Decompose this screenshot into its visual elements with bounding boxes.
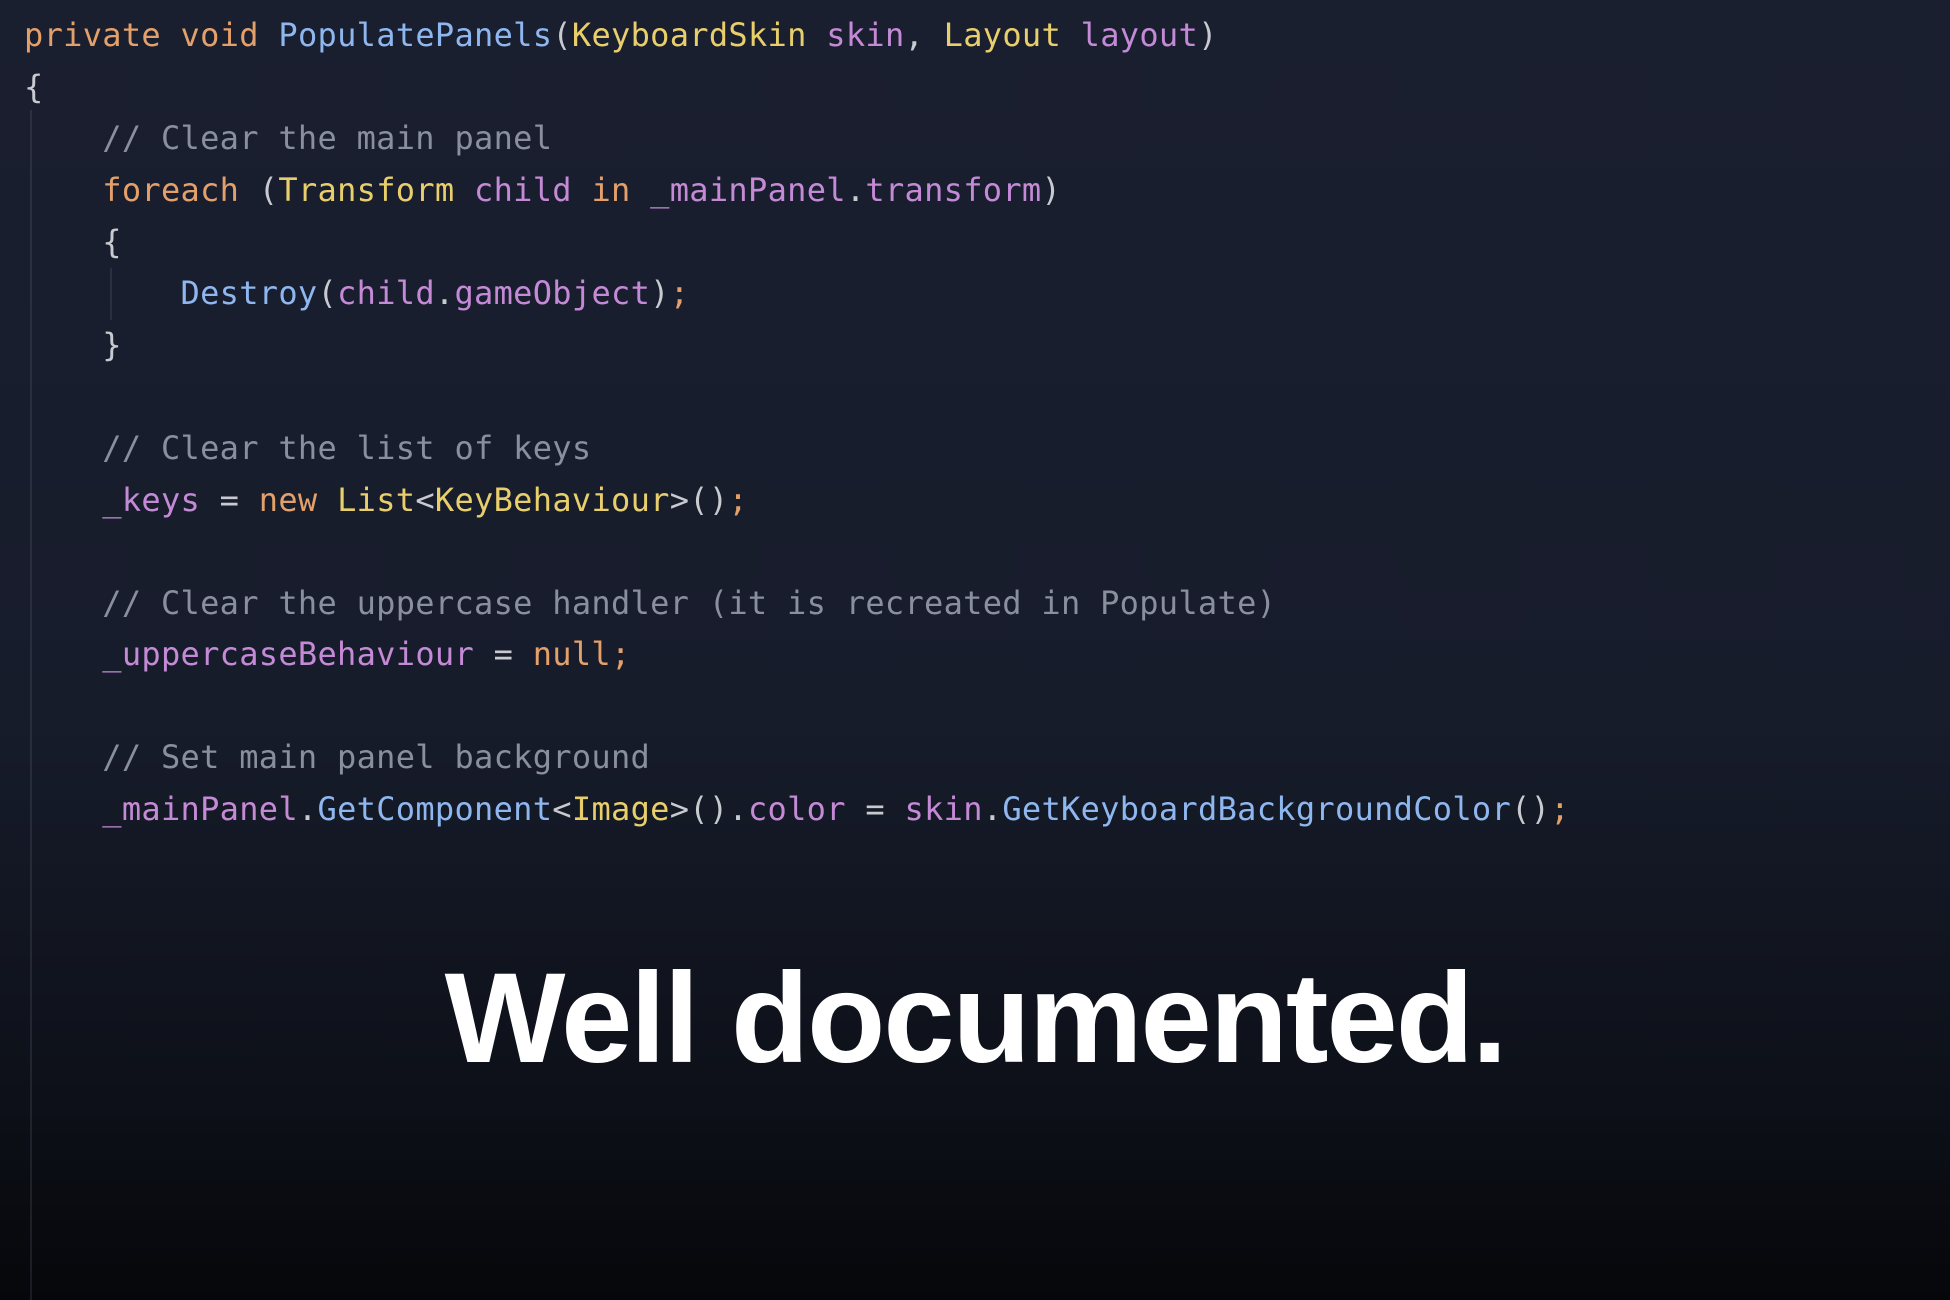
code-token: = xyxy=(845,790,905,828)
code-token: . xyxy=(982,790,1003,828)
code-token: ( xyxy=(552,16,572,54)
code-token: Transform xyxy=(278,171,455,209)
code-token: , xyxy=(904,16,944,54)
code-token: new xyxy=(258,481,318,519)
code-token: child xyxy=(474,171,572,209)
code-token: gameObject xyxy=(454,274,651,312)
code-token: >(). xyxy=(669,790,748,828)
code-token: transform xyxy=(865,171,1042,209)
code-token: ) xyxy=(1198,16,1218,54)
code-line: } xyxy=(24,320,122,370)
code-token: // Set main panel background xyxy=(24,738,651,776)
code-token: _keys xyxy=(102,481,201,519)
code-token: } xyxy=(24,326,122,364)
code-token: List xyxy=(337,481,416,519)
code-line: // Clear the uppercase handler (it is re… xyxy=(24,578,1276,628)
code-line: { xyxy=(24,62,44,112)
code-token: < xyxy=(552,790,572,828)
code-token: ; xyxy=(610,635,631,673)
code-token: { xyxy=(24,68,44,106)
code-token: foreach xyxy=(102,171,240,209)
code-token: _mainPanel xyxy=(650,171,846,209)
code-line: _uppercaseBehaviour = null; xyxy=(24,629,631,679)
code-line: // Clear the main panel xyxy=(24,113,552,163)
code-token: null xyxy=(532,635,611,673)
code-token: // Clear the list of keys xyxy=(24,429,592,467)
code-line: _mainPanel.GetComponent<Image>().color =… xyxy=(24,784,1570,834)
code-token: = xyxy=(200,481,259,519)
code-token: _uppercaseBehaviour xyxy=(102,635,475,673)
code-token: // Clear the main panel xyxy=(24,119,553,157)
code-token: ; xyxy=(669,274,690,312)
code-token: color xyxy=(747,790,846,828)
code-token: GetComponent xyxy=(317,790,553,828)
code-token: // Clear the uppercase handler (it is re… xyxy=(24,584,1277,622)
code-token: skin xyxy=(826,16,905,54)
code-token: . xyxy=(297,790,318,828)
code-token: private xyxy=(24,16,161,54)
code-line: // Set main panel background xyxy=(24,732,650,782)
code-token: _mainPanel xyxy=(102,790,298,828)
code-line: { xyxy=(24,217,122,267)
code-token: KeyBehaviour xyxy=(434,481,670,519)
code-token: Image xyxy=(571,790,670,828)
code-token: < xyxy=(415,481,435,519)
code-line: private void PopulatePanels(KeyboardSkin… xyxy=(24,10,1218,60)
code-token: Destroy xyxy=(180,274,318,312)
code-line: // Clear the list of keys xyxy=(24,423,591,473)
code-token: in xyxy=(591,171,631,209)
code-token: PopulatePanels xyxy=(278,16,553,54)
code-token: { xyxy=(24,223,122,261)
code-token: . xyxy=(434,274,455,312)
code-editor: private void PopulatePanels(KeyboardSkin… xyxy=(0,0,1950,1300)
code-token: void xyxy=(180,16,259,54)
headline: Well documented. xyxy=(444,947,1508,1090)
code-token: skin xyxy=(904,790,983,828)
code-token: GetKeyboardBackgroundColor xyxy=(1002,790,1512,828)
code-token: ) xyxy=(650,274,670,312)
code-line: _keys = new List<KeyBehaviour>(); xyxy=(24,475,748,525)
code-token: . xyxy=(845,171,866,209)
code-token: ( xyxy=(239,171,279,209)
code-token: layout xyxy=(1080,16,1199,54)
code-line: Destroy(child.gameObject); xyxy=(24,268,689,318)
code-token: ; xyxy=(728,481,748,519)
code-line: foreach (Transform child in _mainPanel.t… xyxy=(24,165,1061,215)
code-token: ) xyxy=(1041,171,1062,209)
code-token: KeyboardSkin xyxy=(571,16,807,54)
code-token: () xyxy=(1511,790,1551,828)
code-token: Layout xyxy=(943,16,1062,54)
code-token: = xyxy=(474,635,533,673)
code-token: ( xyxy=(317,274,338,312)
code-token: child xyxy=(337,274,435,312)
code-token: ; xyxy=(1550,790,1570,828)
code-token: >() xyxy=(669,481,729,519)
